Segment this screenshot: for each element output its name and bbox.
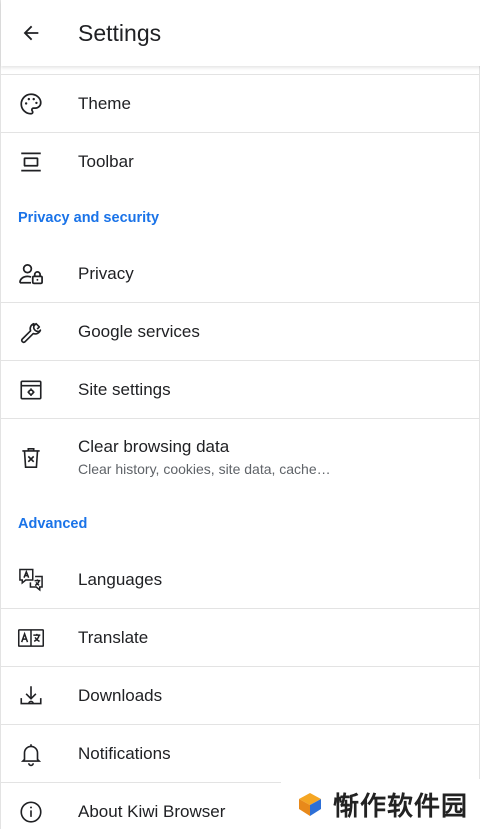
- info-icon: [17, 798, 45, 826]
- section-header-privacy-security: Privacy and security: [18, 210, 160, 226]
- settings-item-downloads[interactable]: Downloads: [1, 667, 480, 725]
- settings-screen: Settings Theme Toolbar Privacy and secur…: [0, 0, 480, 829]
- settings-item-privacy[interactable]: Privacy: [1, 245, 480, 303]
- back-button[interactable]: [15, 17, 47, 49]
- settings-item-label: Site settings: [78, 380, 171, 399]
- site-settings-icon: [17, 376, 45, 404]
- settings-item-site-settings[interactable]: Site settings: [1, 361, 480, 419]
- watermark: 惭作软件园: [281, 779, 480, 829]
- settings-item-notifications[interactable]: Notifications: [1, 725, 480, 783]
- languages-icon: [17, 566, 45, 594]
- settings-item-languages[interactable]: Languages: [1, 551, 480, 609]
- settings-item-translate[interactable]: Translate: [1, 609, 480, 667]
- trash-x-icon: [17, 444, 45, 472]
- settings-item-label: Languages: [78, 570, 163, 589]
- privacy-user-lock-icon: [17, 260, 45, 288]
- watermark-text: 惭作软件园: [333, 791, 469, 822]
- translate-icon: [17, 624, 45, 652]
- settings-item-label: Translate: [78, 628, 149, 647]
- app-bar: Settings: [1, 0, 480, 66]
- settings-item-label: Notifications: [78, 744, 171, 763]
- settings-item-summary: Clear history, cookies, site data, cache…: [78, 461, 331, 477]
- wrench-icon: [17, 318, 45, 346]
- download-icon: [17, 682, 45, 710]
- settings-item-label: Theme: [78, 94, 131, 113]
- settings-item-label: Privacy: [78, 264, 134, 283]
- settings-item-theme[interactable]: Theme: [1, 75, 480, 133]
- settings-item-clear-browsing-data[interactable]: Clear browsing data Clear history, cooki…: [1, 419, 480, 497]
- settings-item-label: Toolbar: [78, 152, 134, 171]
- settings-item-label: Google services: [78, 322, 200, 341]
- settings-item-toolbar[interactable]: Toolbar: [1, 133, 480, 191]
- palette-icon: [17, 90, 45, 118]
- settings-item-label: Clear browsing data: [78, 437, 230, 456]
- section-header-advanced: Advanced: [18, 516, 88, 532]
- arrow-back-icon: [20, 22, 42, 44]
- settings-item-label: About Kiwi Browser: [78, 802, 226, 821]
- page-title: Settings: [78, 20, 162, 46]
- toolbar-icon: [17, 148, 45, 176]
- watermark-logo-icon: [297, 791, 323, 817]
- settings-item-google-services[interactable]: Google services: [1, 303, 480, 361]
- settings-item-label: Downloads: [78, 686, 163, 705]
- bell-icon: [17, 740, 45, 768]
